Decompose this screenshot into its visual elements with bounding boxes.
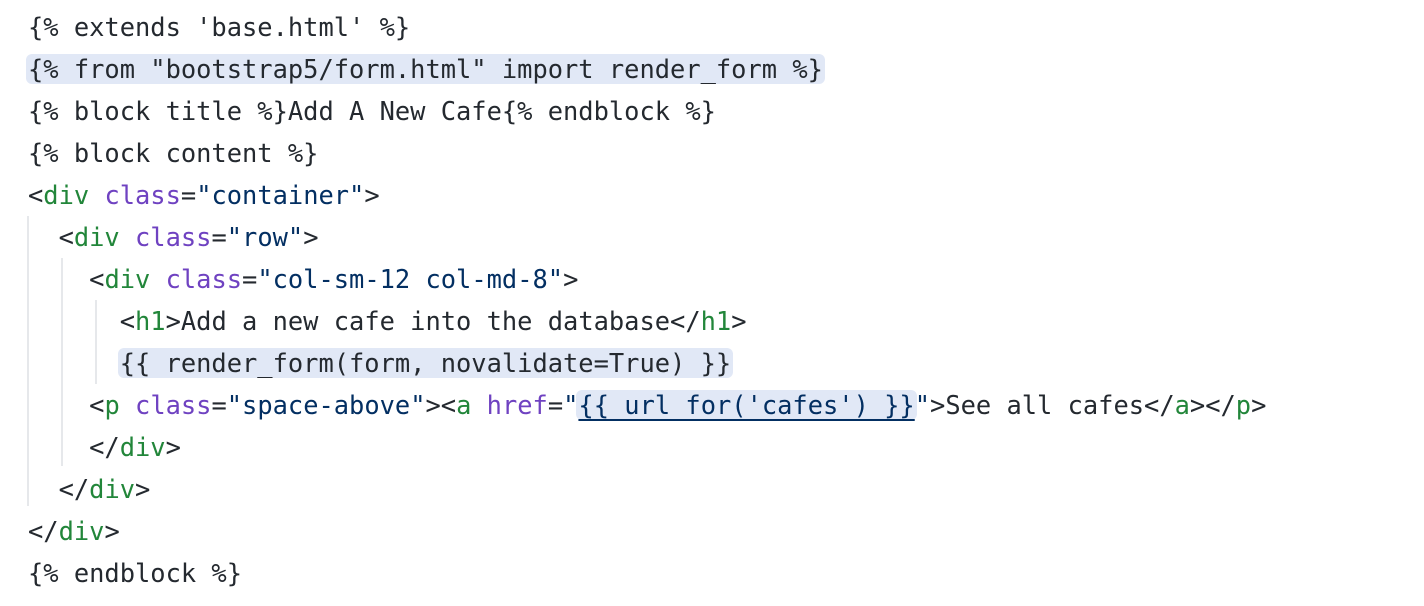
code-tag-name: div — [104, 264, 151, 294]
code-text: > — [1251, 390, 1267, 420]
code-text: > — [731, 306, 747, 336]
code-tag-name: h1 — [135, 306, 166, 336]
code-line[interactable]: </div> — [28, 426, 181, 468]
code-line[interactable]: <div class="col-sm-12 col-md-8"> — [28, 258, 578, 300]
code-text: < — [28, 390, 105, 420]
code-text: < — [28, 306, 136, 336]
code-attribute: class — [104, 180, 181, 210]
code-link[interactable]: {{ url_for('cafes') }} — [576, 390, 917, 420]
code-text: > — [563, 264, 579, 294]
code-text: > — [104, 516, 120, 546]
code-line[interactable]: {% block title %}Add A New Cafe{% endblo… — [28, 90, 716, 132]
code-text: > — [135, 474, 151, 504]
code-tag-name: div — [119, 432, 166, 462]
code-tag-name: div — [89, 474, 136, 504]
code-text: < — [28, 264, 105, 294]
code-attribute: href — [486, 390, 548, 420]
code-text: {% extends 'base.html' %} — [28, 12, 411, 42]
code-text: < — [28, 180, 44, 210]
code-attribute: class — [135, 222, 212, 252]
code-text: {% endblock %} — [28, 558, 243, 588]
code-text: {{ render_form(form, novalidate=True) }} — [117, 348, 734, 378]
code-line[interactable]: {{ render_form(form, novalidate=True) }} — [28, 342, 734, 384]
code-text: {% from "bootstrap5/form.html" import re… — [26, 54, 825, 84]
code-tag-name: p — [104, 390, 120, 420]
code-string: "col-sm-12 col-md-8" — [257, 264, 564, 294]
code-line[interactable]: {% endblock %} — [28, 552, 242, 594]
code-line[interactable]: <div class="container"> — [28, 174, 380, 216]
code-text: ></ — [1189, 390, 1236, 420]
code-text: </ — [28, 474, 90, 504]
code-attribute: class — [135, 390, 212, 420]
code-line[interactable]: {% from "bootstrap5/form.html" import re… — [26, 48, 825, 90]
code-text: = — [547, 390, 564, 420]
code-text: {% block content %} — [28, 138, 319, 168]
code-text: = — [211, 390, 227, 420]
code-text: >< — [425, 390, 457, 420]
code-text: > — [303, 222, 319, 252]
code-tag-name: div — [73, 222, 120, 252]
code-string: "space-above" — [226, 390, 426, 420]
code-text: </ — [28, 516, 59, 546]
code-text: >Add a new cafe into the database</ — [165, 306, 701, 336]
code-text: > — [364, 180, 380, 210]
code-text: > — [165, 432, 181, 462]
code-string: "container" — [196, 180, 365, 210]
code-string: "row" — [226, 222, 304, 252]
code-text: </ — [28, 432, 120, 462]
code-line[interactable]: </div> — [28, 510, 120, 552]
code-tag-name: div — [58, 516, 105, 546]
code-tag-name: a — [1174, 390, 1190, 420]
code-string: " — [914, 390, 931, 420]
code-tag-name: h1 — [700, 306, 732, 336]
code-line[interactable]: {% extends 'base.html' %} — [28, 6, 410, 48]
code-text: = — [211, 222, 227, 252]
code-line[interactable]: <div class="row"> — [28, 216, 319, 258]
code-line[interactable]: <p class="space-above"><a href="{{ url_f… — [28, 384, 1266, 426]
code-tag-name: p — [1235, 390, 1252, 420]
code-text: >See all cafes</ — [930, 390, 1175, 420]
code-text: {% block title %}Add A New Cafe{% endblo… — [28, 96, 716, 126]
code-tag-name: a — [456, 390, 472, 420]
code-attribute: class — [165, 264, 243, 294]
code-text: = — [180, 180, 197, 210]
code-editor[interactable]: {% extends 'base.html' %} {% from "bootst… — [0, 0, 1424, 606]
code-text: < — [28, 222, 74, 252]
code-text: = — [242, 264, 258, 294]
code-line[interactable]: </div> — [28, 468, 151, 510]
code-line[interactable]: {% block content %} — [28, 132, 318, 174]
code-line[interactable]: <h1>Add a new cafe into the database</h1… — [28, 300, 747, 342]
code-tag-name: div — [43, 180, 90, 210]
